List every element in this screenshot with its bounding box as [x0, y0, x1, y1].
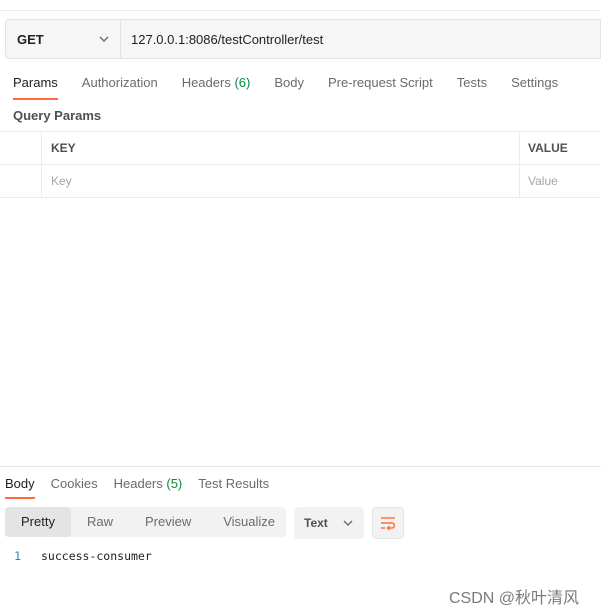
table-header-row: KEY VALUE [0, 131, 601, 165]
value-input[interactable]: Value [519, 164, 601, 198]
tab-headers[interactable]: Headers (6) [182, 74, 251, 100]
tab-cookies[interactable]: Cookies [51, 475, 98, 499]
tab-params[interactable]: Params [13, 74, 58, 100]
url-input[interactable]: 127.0.0.1:8086/testController/test [121, 19, 601, 59]
tab-response-body[interactable]: Body [5, 475, 35, 499]
response-body-text: success-consumer [41, 549, 152, 563]
response-headers-count: (5) [166, 476, 183, 491]
request-url-bar: GET 127.0.0.1:8086/testController/test [5, 19, 601, 59]
method-label: GET [17, 31, 44, 47]
line-number: 1 [14, 549, 21, 563]
key-column-header: KEY [41, 131, 520, 165]
value-column-header: VALUE [519, 131, 601, 165]
checkbox-column [0, 131, 42, 165]
tab-settings[interactable]: Settings [511, 74, 558, 100]
tab-body[interactable]: Body [274, 74, 304, 100]
response-type-select[interactable]: Text [294, 507, 364, 539]
query-params-title: Query Params [13, 108, 102, 123]
top-divider [0, 10, 601, 11]
request-tabs: Params Authorization Headers (6) Body Pr… [13, 74, 582, 100]
watermark: CSDN @秋叶清风 [449, 590, 580, 607]
format-pretty-button[interactable]: Pretty [5, 507, 71, 537]
table-row: Key Value [0, 164, 601, 198]
response-code-line: 1 success-consumer [0, 549, 152, 567]
response-divider [0, 466, 601, 467]
chevron-down-icon [99, 36, 109, 42]
format-preview-button[interactable]: Preview [129, 507, 207, 537]
row-checkbox-cell [0, 164, 42, 198]
method-select[interactable]: GET [5, 19, 121, 59]
tab-response-headers[interactable]: Headers (5) [114, 475, 183, 499]
wrap-lines-icon [381, 517, 396, 530]
key-input[interactable]: Key [41, 164, 520, 198]
tab-test-results[interactable]: Test Results [198, 475, 269, 499]
format-segmented-control: Pretty Raw Preview Visualize [5, 507, 286, 537]
format-raw-button[interactable]: Raw [71, 507, 129, 537]
query-params-table: KEY VALUE Key Value [0, 131, 601, 198]
wrap-lines-button[interactable] [372, 507, 404, 539]
chevron-down-icon [343, 520, 353, 526]
headers-count: (6) [234, 75, 251, 90]
tab-prerequest-script[interactable]: Pre-request Script [328, 74, 433, 100]
response-type-label: Text [304, 516, 328, 530]
tab-tests[interactable]: Tests [457, 74, 487, 100]
response-tabs: Body Cookies Headers (5) Test Results [5, 475, 285, 499]
format-visualize-button[interactable]: Visualize [207, 507, 291, 537]
tab-authorization[interactable]: Authorization [82, 74, 158, 100]
